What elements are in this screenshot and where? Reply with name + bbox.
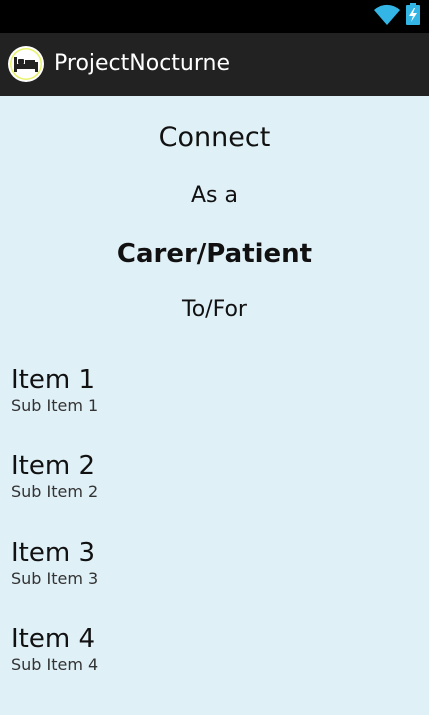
list-item-subtitle: Sub Item 1 — [11, 396, 99, 415]
bed-icon[interactable] — [7, 45, 45, 83]
as-a-label: As a — [191, 183, 238, 208]
list-item-subtitle: Sub Item 3 — [11, 569, 99, 588]
battery-charging-icon — [406, 3, 420, 25]
to-for-label: To/For — [182, 297, 247, 322]
list-item-subtitle: Sub Item 2 — [11, 482, 99, 501]
list-item[interactable]: Item 1 Sub Item 1 — [11, 363, 411, 433]
status-bar — [0, 0, 429, 33]
list-item[interactable]: Item 2 Sub Item 2 — [11, 449, 411, 519]
list-item[interactable]: Item 4 Sub Item 4 — [11, 622, 411, 692]
list-item-subtitle: Sub Item 4 — [11, 655, 99, 674]
app-title: ProjectNocturne — [54, 51, 230, 76]
list-item-title: Item 3 — [11, 538, 95, 568]
list-item-title: Item 4 — [11, 624, 95, 654]
list-item-title: Item 1 — [11, 365, 95, 395]
main-content: Connect As a Carer/Patient To/For Item 1… — [0, 96, 429, 715]
role-label[interactable]: Carer/Patient — [0, 236, 429, 272]
wifi-icon — [374, 4, 400, 26]
action-bar: ProjectNocturne — [0, 33, 429, 96]
list-item-title: Item 2 — [11, 451, 95, 481]
list-item[interactable]: Item 3 Sub Item 3 — [11, 536, 411, 606]
connect-heading: Connect — [158, 122, 271, 153]
